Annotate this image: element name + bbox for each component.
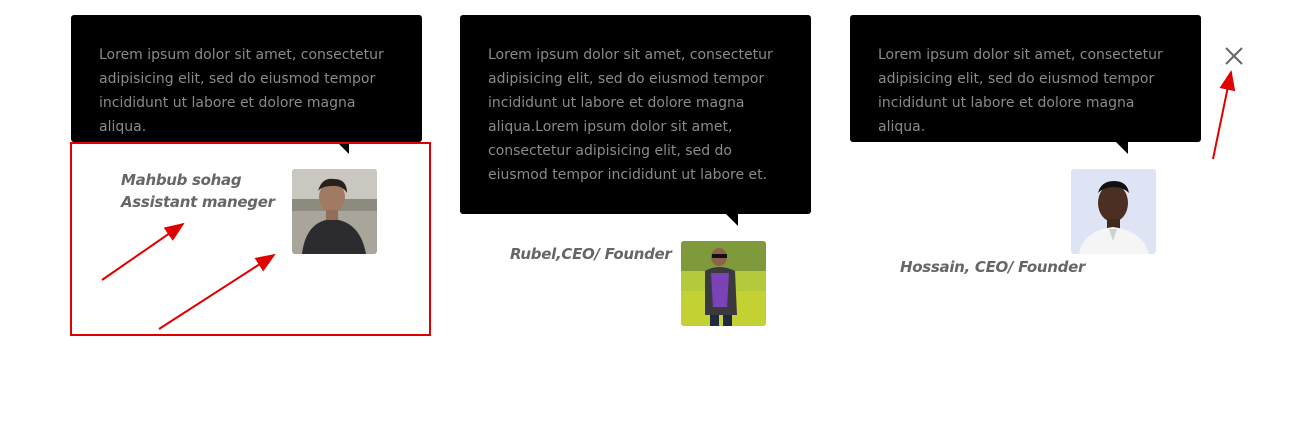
- annotation-arrow: [101, 222, 185, 281]
- bubble-tail: [726, 214, 738, 226]
- author-name: Rubel,CEO/ Founder: [510, 245, 672, 263]
- testimonial-bubble-3: Lorem ipsum dolor sit amet, consectetur …: [850, 15, 1201, 154]
- testimonial-author-1: Mahbub sohag Assistant maneger: [121, 169, 275, 213]
- author-name: Hossain, CEO/ Founder: [900, 258, 1086, 276]
- testimonial-author-3: Hossain, CEO/ Founder: [900, 256, 1085, 278]
- bubble-tail: [337, 142, 349, 154]
- author-name: Mahbub sohag: [121, 171, 242, 189]
- bubble-tail: [1116, 142, 1128, 154]
- avatar-hossain: [1071, 169, 1156, 254]
- author-title: Assistant maneger: [121, 193, 275, 211]
- testimonial-quote-2: Lorem ipsum dolor sit amet, consectetur …: [488, 47, 773, 183]
- testimonial-quote-1: Lorem ipsum dolor sit amet, consectetur …: [99, 47, 384, 135]
- testimonial-author-2: Rubel,CEO/ Founder: [510, 243, 672, 265]
- annotation-arrow: [158, 253, 276, 330]
- close-button[interactable]: [1221, 43, 1247, 69]
- testimonial-bubble-2: Lorem ipsum dolor sit amet, consectetur …: [460, 15, 811, 226]
- annotation-arrow: [1212, 70, 1236, 160]
- testimonial-quote-3: Lorem ipsum dolor sit amet, consectetur …: [878, 47, 1163, 135]
- avatar-rubel: [681, 241, 766, 326]
- testimonial-bubble-1: Lorem ipsum dolor sit amet, consectetur …: [71, 15, 422, 154]
- close-icon: [1225, 47, 1243, 65]
- avatar-mahbub: [292, 169, 377, 254]
